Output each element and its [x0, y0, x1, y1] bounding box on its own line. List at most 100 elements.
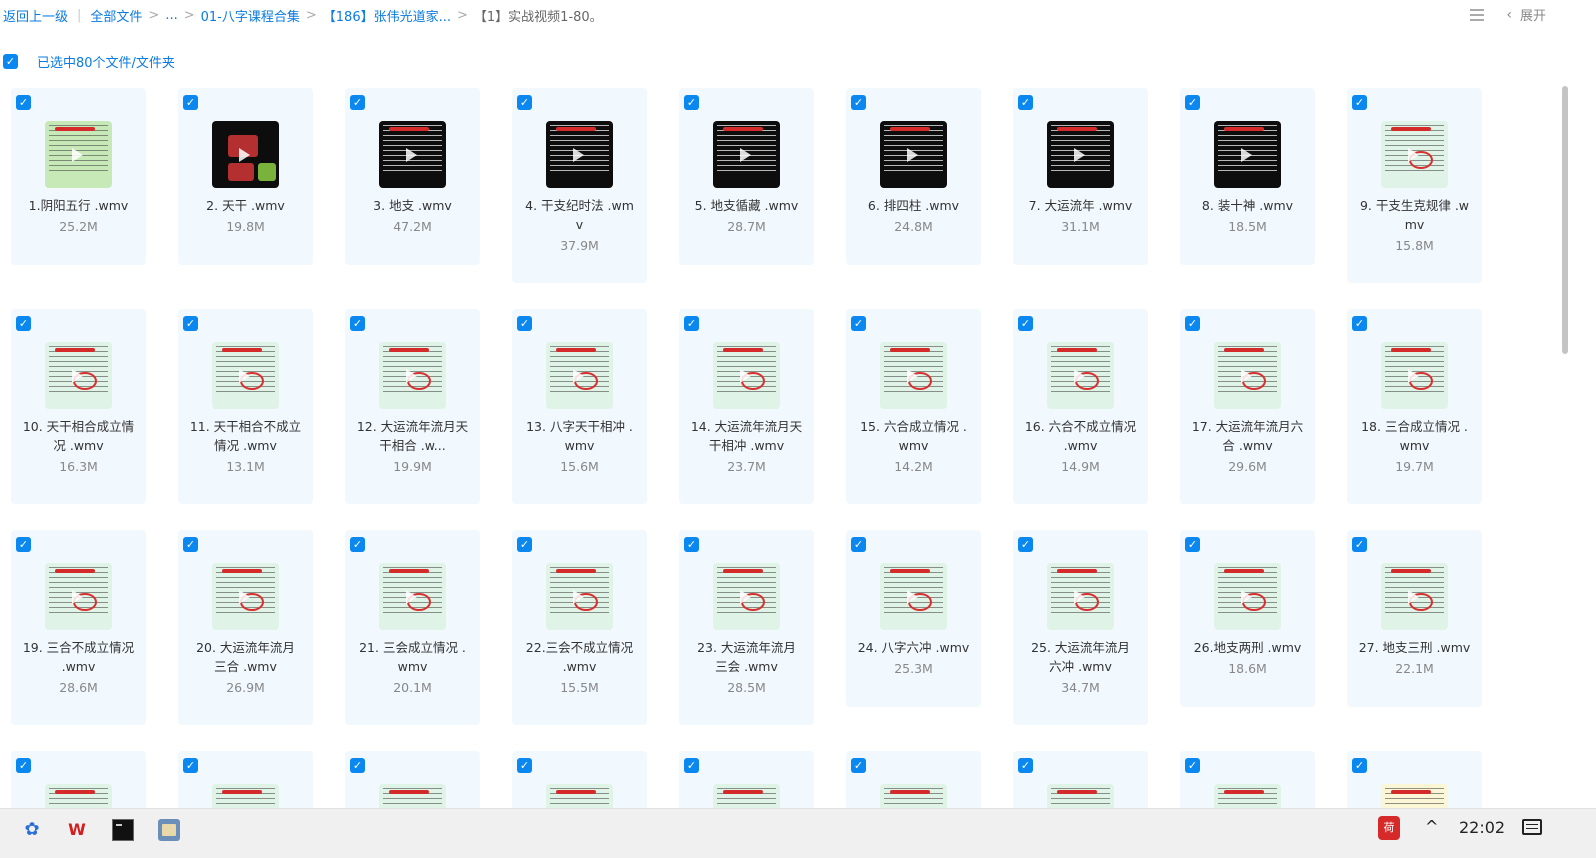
file-name[interactable]: 24. 八字六冲 .wmv	[850, 638, 977, 657]
input-method-icon[interactable]: 荷	[1378, 816, 1400, 840]
video-thumbnail[interactable]	[379, 563, 446, 630]
file-card[interactable]: ✓ 4. 干支纪时法 .wm v 37.9M	[512, 88, 647, 283]
file-checkbox[interactable]: ✓	[851, 758, 866, 773]
network-app-icon[interactable]: ✿	[21, 819, 43, 841]
video-thumbnail[interactable]	[45, 121, 112, 188]
file-name[interactable]: 9. 干支生克规律 .w mv	[1351, 196, 1478, 234]
file-card[interactable]: ✓ 9. 干支生克规律 .w mv 15.8M	[1347, 88, 1482, 283]
video-thumbnail[interactable]	[379, 342, 446, 409]
file-card[interactable]: ✓ 5. 地支循藏 .wmv 28.7M	[679, 88, 814, 265]
video-thumbnail[interactable]	[212, 121, 279, 188]
file-checkbox[interactable]: ✓	[851, 537, 866, 552]
scrollbar-thumb[interactable]	[1562, 86, 1568, 354]
file-name[interactable]: 11. 天干相合不成立 情况 .wmv	[182, 417, 309, 455]
video-thumbnail[interactable]	[1381, 121, 1448, 188]
file-checkbox[interactable]: ✓	[684, 95, 699, 110]
file-checkbox[interactable]: ✓	[1018, 758, 1033, 773]
file-checkbox[interactable]: ✓	[350, 537, 365, 552]
wps-icon[interactable]: W	[66, 819, 88, 841]
file-checkbox[interactable]: ✓	[16, 95, 31, 110]
breadcrumb-course-folder[interactable]: 【186】张伟光道家...	[323, 6, 451, 25]
file-checkbox[interactable]: ✓	[1352, 95, 1367, 110]
file-name[interactable]: 13. 八字天干相冲 . wmv	[516, 417, 643, 455]
file-name[interactable]: 5. 地支循藏 .wmv	[683, 196, 810, 215]
video-thumbnail[interactable]	[880, 342, 947, 409]
file-card[interactable]: ✓ 22.三会不成立情况 .wmv 15.5M	[512, 530, 647, 725]
file-checkbox[interactable]: ✓	[851, 316, 866, 331]
file-name[interactable]: 27. 地支三刑 .wmv	[1351, 638, 1478, 657]
file-card[interactable]: ✓	[512, 751, 647, 851]
file-name[interactable]: 2. 天干 .wmv	[182, 196, 309, 215]
file-checkbox[interactable]: ✓	[16, 316, 31, 331]
clock[interactable]: 22:02	[1459, 818, 1505, 837]
list-view-icon[interactable]	[1470, 8, 1485, 21]
file-name[interactable]: 21. 三会成立情况 . wmv	[349, 638, 476, 676]
video-thumbnail[interactable]	[212, 563, 279, 630]
video-thumbnail[interactable]	[713, 121, 780, 188]
video-thumbnail[interactable]	[546, 121, 613, 188]
file-name[interactable]: 26.地支两刑 .wmv	[1184, 638, 1311, 657]
file-card[interactable]: ✓ 3. 地支 .wmv 47.2M	[345, 88, 480, 265]
video-thumbnail[interactable]	[1047, 342, 1114, 409]
video-thumbnail[interactable]	[1047, 121, 1114, 188]
file-card[interactable]: ✓	[1013, 751, 1148, 851]
breadcrumb-course-collection[interactable]: 01-八字课程合集	[201, 6, 300, 25]
file-name[interactable]: 25. 大运流年流月 六冲 .wmv	[1017, 638, 1144, 676]
chevron-left-icon[interactable]: ‹	[1506, 7, 1512, 23]
file-card[interactable]: ✓ 17. 大运流年流月六合 .wmv 29.6M	[1180, 309, 1315, 504]
file-name[interactable]: 7. 大运流年 .wmv	[1017, 196, 1144, 215]
file-checkbox[interactable]: ✓	[684, 758, 699, 773]
file-checkbox[interactable]: ✓	[517, 95, 532, 110]
file-name[interactable]: 6. 排四柱 .wmv	[850, 196, 977, 215]
file-checkbox[interactable]: ✓	[350, 758, 365, 773]
video-thumbnail[interactable]	[713, 342, 780, 409]
file-name[interactable]: 1.阴阳五行 .wmv	[15, 196, 142, 215]
file-checkbox[interactable]: ✓	[1185, 316, 1200, 331]
file-name[interactable]: 23. 大运流年流月 三会 .wmv	[683, 638, 810, 676]
file-checkbox[interactable]: ✓	[517, 316, 532, 331]
file-checkbox[interactable]: ✓	[16, 758, 31, 773]
file-card[interactable]: ✓	[11, 751, 146, 851]
file-name[interactable]: 15. 六合成立情况 . wmv	[850, 417, 977, 455]
file-name[interactable]: 12. 大运流年流月天 干相合 .w...	[349, 417, 476, 455]
breadcrumb-all-files[interactable]: 全部文件	[90, 6, 142, 25]
scrollbar-track[interactable]	[1586, 0, 1596, 808]
file-checkbox[interactable]: ✓	[1352, 537, 1367, 552]
file-name[interactable]: 17. 大运流年流月六合 .wmv	[1184, 417, 1311, 455]
file-name[interactable]: 8. 装十神 .wmv	[1184, 196, 1311, 215]
file-checkbox[interactable]: ✓	[183, 95, 198, 110]
file-checkbox[interactable]: ✓	[1352, 316, 1367, 331]
file-card[interactable]: ✓ 6. 排四柱 .wmv 24.8M	[846, 88, 981, 265]
file-checkbox[interactable]: ✓	[183, 316, 198, 331]
terminal-icon[interactable]	[112, 819, 134, 841]
tray-overflow-button[interactable]: ^	[1425, 817, 1438, 836]
file-card[interactable]: ✓ 19. 三合不成立情况 .wmv 28.6M	[11, 530, 146, 725]
file-checkbox[interactable]: ✓	[1185, 537, 1200, 552]
video-thumbnail[interactable]	[1047, 563, 1114, 630]
file-name[interactable]: 14. 大运流年流月天 干相冲 .wmv	[683, 417, 810, 455]
file-checkbox[interactable]: ✓	[350, 316, 365, 331]
video-thumbnail[interactable]	[212, 342, 279, 409]
notification-icon[interactable]	[1522, 819, 1542, 835]
breadcrumb-ellipsis[interactable]: ...	[165, 8, 177, 23]
file-card[interactable]: ✓	[1347, 751, 1482, 851]
video-thumbnail[interactable]	[1214, 563, 1281, 630]
file-manager-icon[interactable]	[158, 819, 180, 841]
file-card[interactable]: ✓ 11. 天干相合不成立 情况 .wmv 13.1M	[178, 309, 313, 504]
file-checkbox[interactable]: ✓	[1185, 95, 1200, 110]
file-checkbox[interactable]: ✓	[517, 758, 532, 773]
file-card[interactable]: ✓ 2. 天干 .wmv 19.8M	[178, 88, 313, 265]
file-checkbox[interactable]: ✓	[1018, 95, 1033, 110]
file-card[interactable]: ✓ 15. 六合成立情况 . wmv 14.2M	[846, 309, 981, 504]
file-checkbox[interactable]: ✓	[183, 537, 198, 552]
file-card[interactable]: ✓ 18. 三合成立情况 . wmv 19.7M	[1347, 309, 1482, 504]
video-thumbnail[interactable]	[45, 563, 112, 630]
file-card[interactable]: ✓ 13. 八字天干相冲 . wmv 15.6M	[512, 309, 647, 504]
file-checkbox[interactable]: ✓	[16, 537, 31, 552]
file-card[interactable]: ✓ 12. 大运流年流月天 干相合 .w... 19.9M	[345, 309, 480, 504]
file-card[interactable]: ✓ 1.阴阳五行 .wmv 25.2M	[11, 88, 146, 265]
file-checkbox[interactable]: ✓	[1352, 758, 1367, 773]
video-thumbnail[interactable]	[379, 121, 446, 188]
file-checkbox[interactable]: ✓	[1018, 537, 1033, 552]
video-thumbnail[interactable]	[713, 563, 780, 630]
